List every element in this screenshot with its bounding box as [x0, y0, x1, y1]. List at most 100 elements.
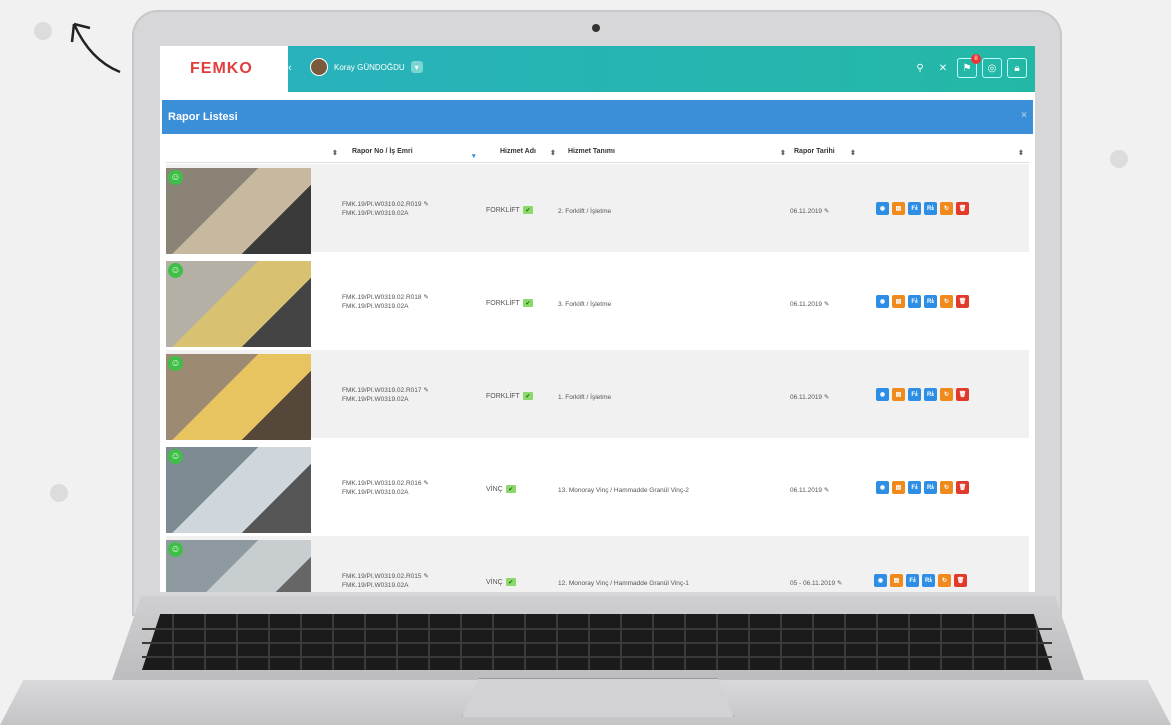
is-emri: FMK.19/PI.W0319.02A: [342, 396, 409, 403]
row-actions: ◉ ▤ F ⤓ R ⤓ ↻ 🗑︎: [876, 481, 969, 494]
check-icon: ✔: [505, 578, 516, 586]
refresh-icon[interactable]: ↻: [938, 574, 951, 587]
download-r-button[interactable]: R ⤓: [924, 388, 937, 401]
eye-icon[interactable]: ◉: [876, 202, 889, 215]
rapor-tarihi: 06.11.2019: [790, 394, 823, 401]
refresh-icon[interactable]: ↻: [940, 202, 953, 215]
hizmet-tanimi: 13. Monoray Vinç / Hammadde Granül Vinç-…: [558, 487, 689, 494]
rapor-tarihi-cell: 06.11.2019 ✎: [790, 486, 829, 495]
refresh-icon[interactable]: ↻: [940, 481, 953, 494]
table-row[interactable]: ☺ FMK.19/PI.W0319.02.R016 ✎ FMK.19/PI.W0…: [166, 443, 1029, 533]
row-actions: ◉ ▤ F ⤓ R ⤓ ↻ 🗑︎: [876, 202, 969, 215]
document-icon[interactable]: ▤: [892, 388, 905, 401]
decor-dot: [1110, 150, 1128, 168]
download-r-button[interactable]: R ⤓: [924, 481, 937, 494]
report-photo[interactable]: ☺: [166, 540, 311, 592]
document-icon[interactable]: ▤: [890, 574, 903, 587]
rapor-no[interactable]: FMK.19/PI.W0319.02.R019: [342, 201, 422, 208]
refresh-icon[interactable]: ↻: [940, 388, 953, 401]
trash-icon[interactable]: 🗑︎: [956, 388, 969, 401]
rapor-no[interactable]: FMK.19/PI.W0319.02.R016: [342, 480, 422, 487]
chevron-left-icon[interactable]: ‹: [288, 62, 292, 74]
eye-icon[interactable]: ◉: [874, 574, 887, 587]
report-photo[interactable]: ☺: [166, 447, 311, 533]
document-icon[interactable]: ▤: [892, 295, 905, 308]
brand-logo[interactable]: FEMKO: [190, 60, 253, 78]
pencil-icon[interactable]: ✎: [824, 394, 829, 401]
download-f-button[interactable]: F ⤓: [906, 574, 919, 587]
lock-icon[interactable]: 🔒︎: [1007, 58, 1027, 78]
download-f-button[interactable]: F ⤓: [908, 481, 921, 494]
chevron-down-icon[interactable]: ▾: [410, 61, 423, 73]
eye-icon[interactable]: ◉: [876, 295, 889, 308]
download-f-button[interactable]: F ⤓: [908, 202, 921, 215]
close-icon[interactable]: ✕: [934, 63, 952, 74]
rapor-no[interactable]: FMK.19/PI.W0319.02.R018: [342, 294, 422, 301]
document-icon[interactable]: ▤: [892, 202, 905, 215]
refresh-icon[interactable]: ↻: [940, 295, 953, 308]
pencil-icon[interactable]: ✎: [423, 573, 428, 580]
report-photo[interactable]: ☺: [166, 354, 311, 440]
pencil-icon[interactable]: ✎: [423, 480, 428, 487]
table-row[interactable]: ☺ FMK.19/PI.W0319.02.R015 ✎ FMK.19/PI.W0…: [166, 536, 1029, 592]
download-r-button[interactable]: R ⤓: [922, 574, 935, 587]
sort-icon[interactable]: ⬍: [1018, 149, 1024, 157]
rapor-no[interactable]: FMK.19/PI.W0319.02.R017: [342, 387, 422, 394]
trash-icon[interactable]: 🗑︎: [954, 574, 967, 587]
download-f-label: F: [911, 205, 915, 212]
pencil-icon[interactable]: ✎: [837, 580, 842, 587]
hizmet-adi: VİNÇ: [486, 485, 503, 493]
pencil-icon[interactable]: ✎: [824, 301, 829, 308]
report-photo[interactable]: ☺: [166, 168, 311, 254]
sort-icon[interactable]: ⬍: [332, 149, 338, 157]
download-r-label: R: [927, 298, 932, 305]
app-header: FEMKO ‹ Koray GÜNDOĞDU ▾ ⚲ ✕ ⚑ 8 ◎ 🔒︎: [160, 46, 1035, 92]
column-rapor-tarihi[interactable]: Rapor Tarihi: [794, 148, 835, 155]
trash-icon[interactable]: 🗑︎: [956, 295, 969, 308]
eye-icon[interactable]: ◉: [876, 481, 889, 494]
pencil-icon[interactable]: ✎: [423, 294, 428, 301]
user-menu[interactable]: Koray GÜNDOĞDU ▾: [310, 58, 423, 76]
panel-title: Rapor Listesi: [168, 111, 238, 123]
pencil-icon[interactable]: ✎: [423, 387, 428, 394]
is-emri: FMK.19/PI.W0319.02A: [342, 582, 409, 589]
download-r-button[interactable]: R ⤓: [924, 202, 937, 215]
cart-icon[interactable]: ⚑ 8: [957, 54, 981, 78]
report-photo[interactable]: ☺: [166, 261, 311, 347]
trash-icon[interactable]: 🗑︎: [956, 481, 969, 494]
column-rapor-no[interactable]: Rapor No / İş Emri: [352, 148, 413, 155]
table-row[interactable]: ☺ FMK.19/PI.W0319.02.R017 ✎ FMK.19/PI.W0…: [166, 350, 1029, 440]
smile-icon: ☺: [168, 449, 183, 464]
rapor-no-cell: FMK.19/PI.W0319.02.R015 ✎ FMK.19/PI.W031…: [342, 572, 429, 590]
pencil-icon[interactable]: ✎: [423, 201, 428, 208]
pencil-icon[interactable]: ✎: [824, 208, 829, 215]
panel-header: Rapor Listesi ×: [162, 100, 1033, 134]
trackpad: [462, 678, 734, 717]
download-f-button[interactable]: F ⤓: [908, 295, 921, 308]
table-row[interactable]: ☺ FMK.19/PI.W0319.02.R018 ✎ FMK.19/PI.W0…: [166, 257, 1029, 347]
eye-icon[interactable]: ◉: [876, 388, 889, 401]
download-r-button[interactable]: R ⤓: [924, 295, 937, 308]
sort-icon[interactable]: ▾: [472, 152, 476, 160]
sort-icon[interactable]: ⬍: [850, 149, 856, 157]
panel-close-button[interactable]: ×: [1021, 110, 1027, 121]
sort-icon[interactable]: ⬍: [780, 149, 786, 157]
hizmet-tanimi: 12. Monoray Vinç / Hammadde Granül Vinç-…: [558, 580, 689, 587]
column-hizmet-tanimi[interactable]: Hizmet Tanımı: [568, 148, 615, 155]
globe-icon[interactable]: ◎: [982, 58, 1002, 78]
search-icon[interactable]: ⚲: [911, 63, 929, 74]
rapor-tarihi-cell: 06.11.2019 ✎: [790, 207, 829, 216]
brand-area: FEMKO: [160, 46, 288, 92]
rapor-no[interactable]: FMK.19/PI.W0319.02.R015: [342, 573, 422, 580]
download-r-label: R: [927, 484, 932, 491]
download-f-label: F: [909, 577, 913, 584]
trash-icon[interactable]: 🗑︎: [956, 202, 969, 215]
download-f-label: F: [911, 484, 915, 491]
table-row[interactable]: ☺ FMK.19/PI.W0319.02.R019 ✎ FMK.19/PI.W0…: [166, 164, 1029, 254]
pencil-icon[interactable]: ✎: [824, 487, 829, 494]
column-hizmet-adi[interactable]: Hizmet Adı: [500, 148, 536, 155]
sort-icon[interactable]: ⬍: [550, 149, 556, 157]
download-f-button[interactable]: F ⤓: [908, 388, 921, 401]
document-icon[interactable]: ▤: [892, 481, 905, 494]
row-actions: ◉ ▤ F ⤓ R ⤓ ↻ 🗑︎: [876, 295, 969, 308]
